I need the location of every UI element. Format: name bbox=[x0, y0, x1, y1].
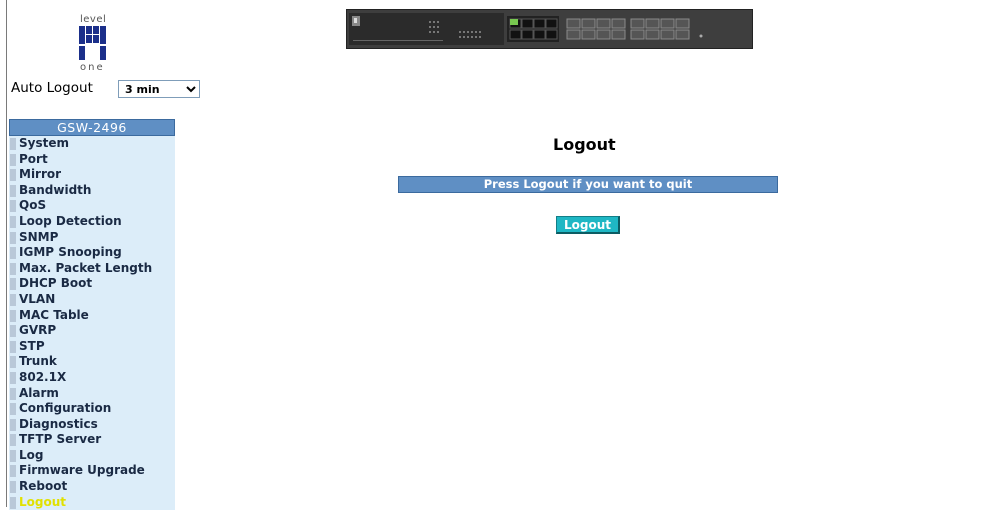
sidebar-item-qos[interactable]: QoS bbox=[9, 198, 175, 214]
logo-text-bottom: one bbox=[80, 62, 105, 73]
page-title: Logout bbox=[553, 135, 616, 154]
sidebar-item-stp[interactable]: STP bbox=[9, 338, 175, 355]
sidebar-item-system[interactable]: System bbox=[9, 136, 175, 152]
sidebar-item-logout[interactable]: Logout bbox=[9, 494, 175, 510]
menu-marker-icon bbox=[10, 387, 16, 400]
menu-marker-icon bbox=[10, 184, 16, 197]
sidebar-item-label: Port bbox=[19, 151, 48, 166]
sidebar-item-label: STP bbox=[19, 338, 45, 353]
levelone-logo: level one bbox=[66, 14, 118, 74]
sidebar-item-label: IGMP Snooping bbox=[19, 245, 122, 260]
menu-marker-icon bbox=[10, 200, 16, 213]
menu-marker-icon bbox=[10, 465, 16, 478]
sidebar-item-label: Logout bbox=[19, 494, 67, 509]
sidebar-item-label: Alarm bbox=[19, 385, 59, 400]
sidebar-item-alarm[interactable]: Alarm bbox=[9, 385, 175, 402]
sidebar-item-label: Diagnostics bbox=[19, 416, 98, 431]
menu-marker-icon bbox=[10, 169, 16, 182]
sidebar-item-bandwidth[interactable]: Bandwidth bbox=[9, 182, 175, 199]
sidebar-item-gvrp[interactable]: GVRP bbox=[9, 323, 175, 339]
menu-marker-icon bbox=[10, 434, 16, 447]
auto-logout-select[interactable]: 3 min bbox=[118, 80, 200, 98]
logo-text-top: level bbox=[80, 14, 107, 25]
sidebar-item-label: SNMP bbox=[19, 229, 59, 244]
device-panel-icon bbox=[352, 16, 481, 41]
sidebar-item-max-packet-length[interactable]: Max. Packet Length bbox=[9, 260, 175, 277]
sidebar-item-log[interactable]: Log bbox=[9, 447, 175, 464]
menu-marker-icon bbox=[10, 340, 16, 353]
menu-marker-icon bbox=[10, 153, 16, 166]
logout-button[interactable]: Logout bbox=[556, 216, 620, 234]
sidebar-item-label: MAC Table bbox=[19, 307, 89, 322]
switch-device-image bbox=[346, 9, 753, 49]
sidebar-item-802-1x[interactable]: 802.1X bbox=[9, 369, 175, 386]
menu-title: GSW-2496 bbox=[9, 119, 175, 136]
sidebar-item-dhcp-boot[interactable]: DHCP Boot bbox=[9, 276, 175, 292]
sidebar-item-port[interactable]: Port bbox=[9, 151, 175, 168]
sidebar-item-diagnostics[interactable]: Diagnostics bbox=[9, 416, 175, 433]
menu-marker-icon bbox=[10, 449, 16, 462]
menu-marker-icon bbox=[10, 293, 16, 306]
menu-marker-icon bbox=[10, 481, 16, 494]
sidebar-item-label: TFTP Server bbox=[19, 432, 102, 447]
sidebar-item-label: QoS bbox=[19, 198, 47, 213]
info-banner: Press Logout if you want to quit bbox=[398, 176, 778, 193]
sidebar-item-loop-detection[interactable]: Loop Detection bbox=[9, 213, 175, 230]
sidebar-item-firmware-upgrade[interactable]: Firmware Upgrade bbox=[9, 463, 175, 480]
auto-logout-control: Auto Logout 3 min bbox=[11, 80, 200, 98]
sidebar-item-snmp[interactable]: SNMP bbox=[9, 229, 175, 246]
sidebar-item-label: VLAN bbox=[19, 291, 56, 306]
sidebar-item-trunk[interactable]: Trunk bbox=[9, 354, 175, 370]
sidebar-item-reboot[interactable]: Reboot bbox=[9, 479, 175, 495]
logo-mark-icon bbox=[79, 26, 106, 60]
menu-marker-icon bbox=[10, 247, 16, 260]
sidebar-item-label: Max. Packet Length bbox=[19, 260, 153, 275]
menu-marker-icon bbox=[10, 371, 16, 384]
menu-marker-icon bbox=[10, 309, 16, 322]
sidebar-item-tftp-server[interactable]: TFTP Server bbox=[9, 432, 175, 448]
sidebar-item-configuration[interactable]: Configuration bbox=[9, 401, 175, 417]
sidebar-item-label: Firmware Upgrade bbox=[19, 463, 145, 478]
auto-logout-label: Auto Logout bbox=[11, 80, 93, 96]
menu-marker-icon bbox=[10, 418, 16, 431]
menu-marker-icon bbox=[10, 215, 16, 228]
sidebar-item-label: Log bbox=[19, 447, 44, 462]
sidebar-item-label: 802.1X bbox=[19, 369, 67, 384]
sidebar-item-igmp-snooping[interactable]: IGMP Snooping bbox=[9, 245, 175, 261]
menu-marker-icon bbox=[10, 325, 16, 338]
frame-divider bbox=[6, 0, 7, 507]
sidebar-item-mirror[interactable]: Mirror bbox=[9, 167, 175, 183]
menu-marker-icon bbox=[10, 231, 16, 244]
sidebar-item-label: Reboot bbox=[19, 479, 68, 494]
menu-marker-icon bbox=[10, 356, 16, 369]
sidebar-item-label: GVRP bbox=[19, 323, 57, 338]
menu-marker-icon bbox=[10, 403, 16, 416]
device-ports-icon bbox=[507, 16, 703, 42]
sidebar-item-vlan[interactable]: VLAN bbox=[9, 291, 175, 308]
menu-marker-icon bbox=[10, 138, 16, 150]
sidebar-item-label: Configuration bbox=[19, 401, 112, 416]
menu-marker-icon bbox=[10, 262, 16, 275]
sidebar-item-label: Trunk bbox=[19, 354, 57, 369]
sidebar-item-label: DHCP Boot bbox=[19, 276, 93, 291]
sidebar-item-mac-table[interactable]: MAC Table bbox=[9, 307, 175, 324]
menu-marker-icon bbox=[10, 278, 16, 291]
sidebar-item-label: Loop Detection bbox=[19, 213, 122, 228]
sidebar-item-label: Mirror bbox=[19, 167, 62, 182]
sidebar-item-label: System bbox=[19, 136, 69, 150]
sidebar-item-label: Bandwidth bbox=[19, 182, 92, 197]
device-led-panel bbox=[349, 13, 504, 45]
sidebar-menu: GSW-2496 System Port Mirror Bandwidth QoS Loo… bbox=[9, 119, 175, 510]
